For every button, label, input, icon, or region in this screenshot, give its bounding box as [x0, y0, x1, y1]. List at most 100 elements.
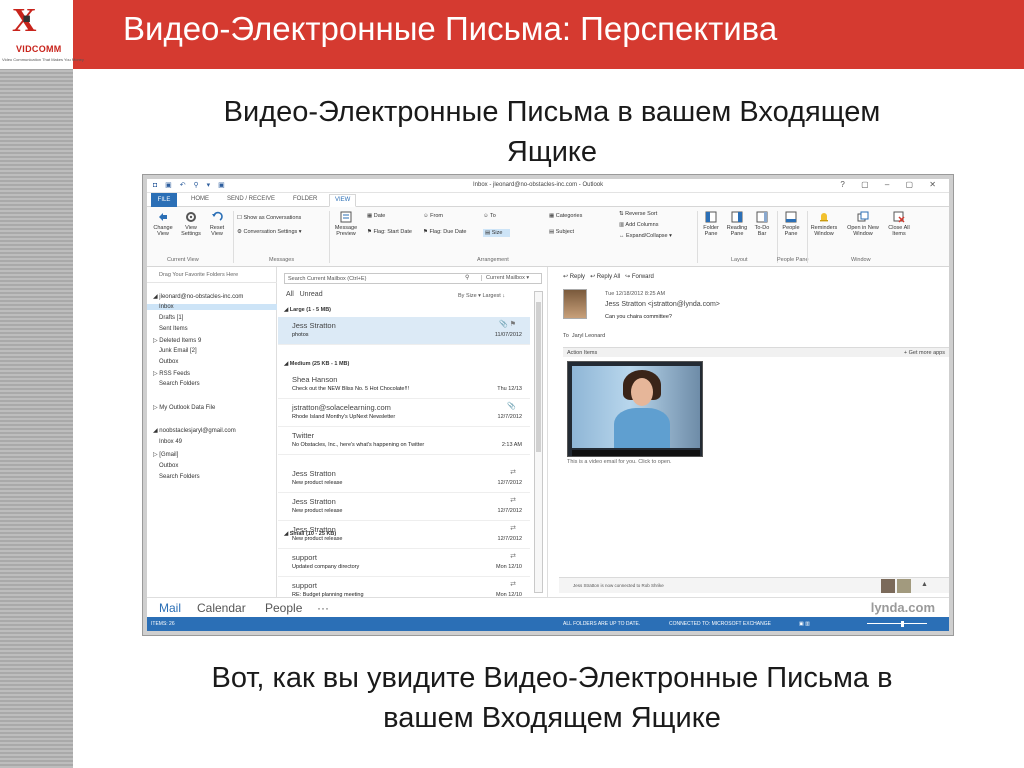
vidcomm-logo: X ▪ VIDCOMM Video Communication That Mak…: [0, 0, 84, 69]
message-row[interactable]: Jess Stratton New product release 12/7/201…: [278, 493, 530, 521]
message-subject-line: New product release: [292, 508, 343, 514]
message-row[interactable]: jstratton@solacelearning.com Rhode Island…: [278, 399, 530, 427]
zoom-knob[interactable]: [901, 621, 904, 627]
sort-flag-due[interactable]: ⚑ Flag: Due Date: [423, 229, 466, 235]
message-status-icon[interactable]: 📎 ⚑: [499, 320, 516, 328]
message-status-icon[interactable]: ⇄: [510, 496, 516, 504]
reply-all-button[interactable]: ↩ Reply All: [590, 274, 620, 280]
tab-file[interactable]: FILE: [151, 193, 177, 207]
folder-item[interactable]: Junk Email [2]: [147, 348, 197, 354]
group-header[interactable]: ◢ Large (1 - 5 MB): [284, 307, 331, 313]
video-controls-bar[interactable]: [572, 450, 700, 456]
sort-by-size-dropdown[interactable]: By Size ▾ Largest ↓: [458, 293, 505, 299]
filter-all[interactable]: All: [286, 291, 294, 298]
message-row[interactable]: support Updated company directory Mon 12/1…: [278, 549, 530, 577]
filter-unread[interactable]: Unread: [300, 291, 323, 298]
expand-collapse-button[interactable]: ↔ Expand/Collapse ▾: [619, 233, 672, 239]
view-settings-button[interactable]: View Settings: [177, 211, 205, 237]
folder-item[interactable]: ◢ noobstaclesjaryl@gmail.com: [147, 427, 236, 434]
sort-subject[interactable]: ▤ Subject: [549, 229, 574, 235]
sort-date[interactable]: ▦ Date: [367, 213, 385, 219]
group-header[interactable]: ◢ Medium (25 KB - 1 MB): [284, 361, 349, 367]
message-from: Jess Stratton: [292, 525, 336, 534]
message-body: This is a video email for you. Click to …: [567, 459, 672, 465]
reading-pane-button[interactable]: Reading Pane: [725, 211, 749, 237]
show-as-conversations-checkbox[interactable]: ☐ Show as Conversations: [237, 215, 301, 221]
message-row[interactable]: Jess Stratton photos 11/07/2012 📎 ⚑: [278, 317, 530, 345]
chevron-up-icon[interactable]: ▲: [921, 581, 928, 588]
sort-flag-start[interactable]: ⚑ Flag: Start Date: [367, 229, 412, 235]
tab-folder[interactable]: FOLDER: [293, 196, 317, 202]
message-row[interactable]: Jess Stratton New product release 12/7/201…: [278, 465, 530, 493]
view-mode-icons[interactable]: ▣ ▥: [799, 621, 810, 627]
message-list-scrollbar[interactable]: [534, 291, 543, 593]
sort-to[interactable]: ☺ To: [483, 213, 496, 219]
folder-item[interactable]: ▷ Deleted Items 9: [147, 337, 201, 344]
scrollbar-thumb[interactable]: [536, 302, 541, 452]
message-status-icon[interactable]: ⇄: [510, 552, 516, 560]
zoom-slider[interactable]: [857, 621, 943, 627]
forward-button[interactable]: ↪ Forward: [625, 274, 654, 280]
left-stripe: [0, 0, 73, 768]
folder-item[interactable]: Search Folders: [147, 381, 200, 387]
folder-item[interactable]: ▷ [Gmail]: [147, 451, 178, 458]
change-view-button[interactable]: Change View: [149, 211, 177, 237]
message-status-icon[interactable]: ⇄: [510, 580, 516, 588]
folder-item[interactable]: Drafts [1]: [147, 315, 183, 321]
tab-home[interactable]: HOME: [191, 196, 209, 202]
conversation-settings-dropdown[interactable]: ⚙ Conversation Settings ▾: [237, 229, 302, 235]
message-status-icon[interactable]: ⇄: [510, 524, 516, 532]
folder-item[interactable]: Outbox: [147, 359, 178, 365]
message-preview-button[interactable]: Message Preview: [331, 211, 361, 237]
folder-item[interactable]: ◢ jleonard@no-obstacles-inc.com: [147, 293, 243, 300]
video-person-body: [614, 408, 670, 448]
nav-mail[interactable]: Mail: [159, 601, 181, 615]
video-email-player[interactable]: [567, 361, 703, 457]
nav-calendar[interactable]: Calendar: [197, 601, 246, 615]
contact-avatar[interactable]: [881, 579, 895, 593]
window-controls[interactable]: ? ▢ – ▢ ✕: [840, 180, 943, 189]
message-date: 12/7/2012: [497, 536, 522, 542]
reminders-window-button[interactable]: Reminders Window: [807, 211, 841, 237]
tab-send-receive[interactable]: SEND / RECEIVE: [227, 196, 275, 202]
folder-item[interactable]: ▷ RSS Feeds: [147, 370, 190, 377]
new-window-icon: [857, 211, 869, 222]
add-columns-button[interactable]: ▥ Add Columns: [619, 222, 658, 228]
folder-pane-button[interactable]: Folder Pane: [699, 211, 723, 237]
logo-tagline: Video Communication That Makes You Money: [2, 57, 84, 62]
sort-from[interactable]: ☺ From: [423, 213, 443, 219]
search-icon[interactable]: ⚲: [465, 274, 469, 281]
message-row[interactable]: Twitter No Obstacles, Inc., here's what's…: [278, 427, 530, 455]
mailbox-scope-dropdown[interactable]: Current Mailbox ▾: [481, 275, 529, 281]
todo-bar-button[interactable]: To-Do Bar: [751, 211, 773, 237]
group-messages: Messages: [269, 257, 295, 263]
reply-button[interactable]: ↩ Reply: [563, 274, 585, 280]
close-all-items-button[interactable]: Close All Items: [885, 211, 913, 237]
folder-item[interactable]: Outbox: [147, 463, 178, 469]
message-from: Jess Stratton: [292, 469, 336, 478]
search-input[interactable]: Search Current Mailbox (Ctrl+E) ⚲ Curren…: [284, 273, 542, 284]
people-pane-button[interactable]: People Pane: [779, 211, 803, 237]
folder-item[interactable]: Inbox: [147, 304, 277, 310]
sort-categories[interactable]: ▦ Categories: [549, 213, 582, 219]
folder-item[interactable]: ▷ My Outlook Data File: [147, 404, 215, 411]
zoom-track[interactable]: [867, 623, 927, 624]
message-sender[interactable]: Jess Stratton <jstratton@lynda.com>: [605, 301, 720, 308]
message-status-icon[interactable]: 📎: [507, 402, 516, 410]
open-new-window-button[interactable]: Open in New Window: [841, 211, 885, 237]
folder-item[interactable]: Sent Items: [147, 326, 188, 332]
contact-avatar[interactable]: [897, 579, 911, 593]
message-status-icon[interactable]: ⇄: [510, 468, 516, 476]
folder-item[interactable]: Search Folders: [147, 474, 200, 480]
quick-access-icons[interactable]: ◘ ▣ ↶ ⚲ ▾ ▣: [153, 181, 228, 189]
message-row[interactable]: Jess Stratton New product release 12/7/201…: [278, 521, 530, 549]
nav-people[interactable]: People: [265, 601, 302, 615]
tab-view[interactable]: VIEW: [329, 194, 357, 207]
sort-size[interactable]: ▤ Size: [483, 229, 511, 237]
reverse-sort-button[interactable]: ⇅ Reverse Sort: [619, 211, 657, 217]
folder-item[interactable]: Inbox 49: [147, 439, 182, 445]
reset-view-button[interactable]: Reset View: [205, 211, 229, 237]
message-row[interactable]: Shea Hanson Check out the NEW Bliss No. 5…: [278, 371, 530, 399]
get-more-apps-link[interactable]: + Get more apps: [904, 350, 945, 356]
nav-more[interactable]: ···: [317, 601, 329, 615]
